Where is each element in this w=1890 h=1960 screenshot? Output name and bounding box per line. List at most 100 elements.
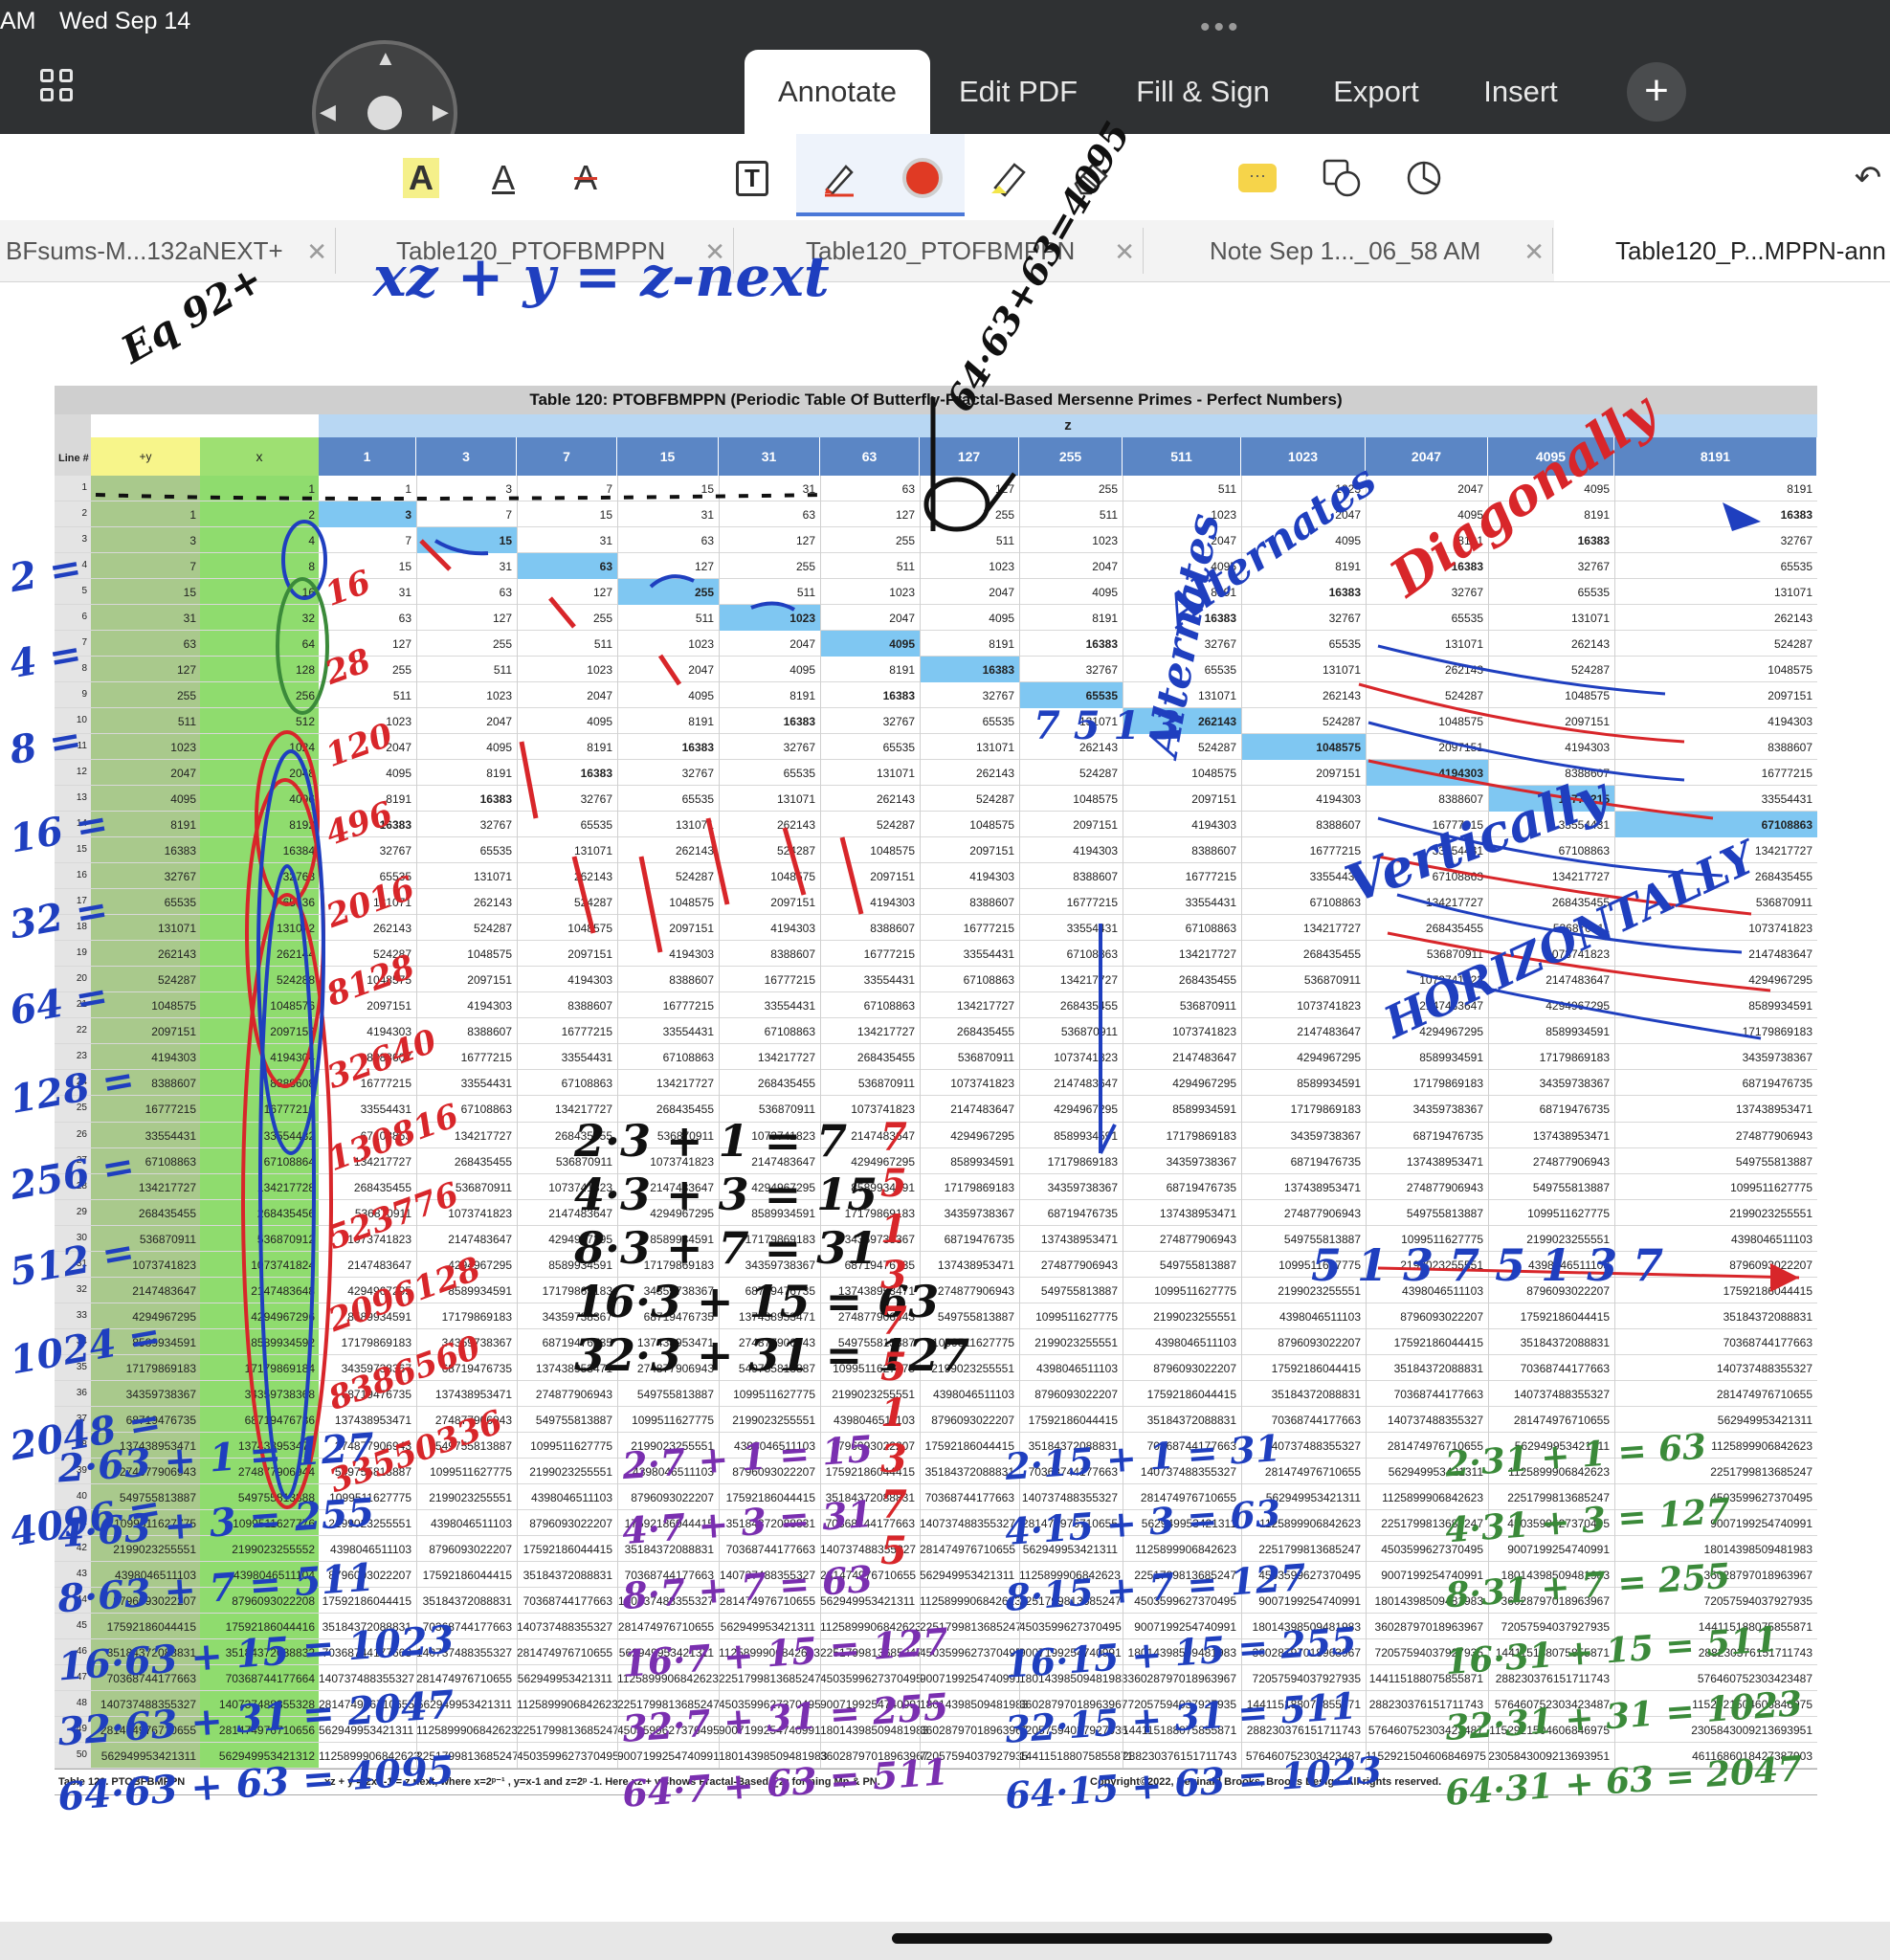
y-cell: 2199023255551 bbox=[113, 1542, 196, 1556]
x-cell: 64 bbox=[301, 637, 315, 652]
z-cell: 35184372088831 bbox=[1520, 1335, 1610, 1349]
z-cell: 35184372088831 bbox=[1146, 1413, 1236, 1427]
thumbnails-grid-icon[interactable] bbox=[40, 69, 73, 101]
z-cell: 134217727 bbox=[856, 1025, 915, 1039]
undo-icon[interactable]: ↶ bbox=[1841, 151, 1890, 205]
z-cell: 9007199254740991 bbox=[719, 1723, 821, 1737]
z-cell: 274877906943 bbox=[937, 1283, 1014, 1298]
z-cell: 67108863 bbox=[764, 1025, 815, 1039]
z-cell: 1099511627775 bbox=[632, 1413, 714, 1427]
y-cell: 3 bbox=[189, 534, 196, 548]
z-cell: 34359738367 bbox=[745, 1258, 815, 1272]
highlighter-icon[interactable] bbox=[980, 151, 1034, 205]
pen-icon[interactable] bbox=[812, 151, 865, 205]
close-tab-icon[interactable]: ✕ bbox=[306, 237, 327, 267]
z-cell: 67108863 bbox=[1558, 844, 1610, 858]
comment-icon[interactable]: ··· bbox=[1231, 151, 1284, 205]
column-divider bbox=[920, 476, 921, 1769]
y-cell: 4194303 bbox=[151, 1051, 196, 1065]
x-cell: 70368744177664 bbox=[225, 1671, 315, 1685]
row-divider bbox=[55, 1534, 1817, 1536]
highlight-text-icon[interactable]: A bbox=[394, 151, 448, 205]
tab-insert[interactable]: Insert bbox=[1468, 50, 1573, 134]
x-cell: 1048576 bbox=[270, 999, 315, 1013]
z-cell: 4398046511103 bbox=[933, 1387, 1014, 1401]
z-cell: 63 bbox=[398, 612, 411, 626]
z-cell: 8796093022207 bbox=[1729, 1258, 1812, 1272]
z-cell: 8589934591 bbox=[950, 1154, 1014, 1169]
joystick-knob[interactable] bbox=[367, 96, 402, 130]
z-cell: 16383 bbox=[580, 767, 612, 781]
z-cell: 8589934591 bbox=[1054, 1128, 1118, 1143]
shapes-icon[interactable] bbox=[1315, 151, 1368, 205]
add-tool-button[interactable]: + bbox=[1627, 62, 1686, 122]
line-number: 30 bbox=[76, 1232, 87, 1243]
z-cell: 4194303 bbox=[567, 973, 612, 988]
multitask-dots-icon[interactable]: ••• bbox=[1200, 11, 1242, 44]
z-cell: 1048575 bbox=[1073, 792, 1118, 807]
z-cell: 131071 bbox=[975, 741, 1014, 755]
z-cell: 134217727 bbox=[1178, 947, 1236, 962]
z-cell: 1 bbox=[405, 482, 411, 496]
doc-tab-1[interactable]: BFsums-M...132aNEXT+ ✕ bbox=[0, 220, 335, 281]
z-cell: 18014398509481983 bbox=[719, 1748, 828, 1763]
doc-tab-2[interactable]: Table120_PTOFBMPPN ✕ bbox=[337, 220, 733, 281]
z-cell: 131071 bbox=[1078, 715, 1118, 729]
home-indicator[interactable] bbox=[892, 1933, 1552, 1944]
z-cell: 127 bbox=[994, 482, 1014, 496]
z-cell: 70368744177663 bbox=[825, 1516, 915, 1530]
line-number: 39 bbox=[76, 1464, 87, 1476]
y-cell: 8191 bbox=[170, 818, 196, 833]
z-cell: 33554431 bbox=[1761, 792, 1812, 807]
z-cell: 1048575 bbox=[1191, 767, 1236, 781]
z-cell: 63 bbox=[599, 560, 612, 574]
tab-fill-sign[interactable]: Fill & Sign bbox=[1122, 50, 1284, 134]
doc-tab-3[interactable]: Table120_PTOFBMPPN ✕ bbox=[735, 220, 1143, 281]
z-cell: 4503599627370495 bbox=[1258, 1568, 1361, 1582]
line-number: 31 bbox=[76, 1258, 87, 1269]
strikethrough-text-icon[interactable]: A bbox=[559, 151, 612, 205]
z-cell: 8589934591 bbox=[1748, 999, 1812, 1013]
z-cell: 524287 bbox=[1322, 715, 1361, 729]
z-cell: 1099511627775 bbox=[932, 1335, 1014, 1349]
doc-tab-5-active[interactable]: Table120_P...MPPN-ann bbox=[1554, 220, 1890, 281]
z-cell: 1048575 bbox=[770, 870, 815, 884]
z-cell: 31 bbox=[398, 586, 411, 600]
z-cell: 134217727 bbox=[1302, 922, 1361, 936]
x-cell: 524288 bbox=[276, 973, 315, 988]
tab-export[interactable]: Export bbox=[1319, 50, 1434, 134]
close-tab-icon[interactable]: ✕ bbox=[1114, 237, 1135, 267]
z-cell: 2199023255551 bbox=[1153, 1309, 1236, 1324]
z-cell: 1023 bbox=[688, 637, 714, 652]
close-tab-icon[interactable]: ✕ bbox=[704, 237, 725, 267]
line-number: 19 bbox=[76, 947, 87, 959]
z-cell: 17179869183 bbox=[844, 1206, 915, 1220]
z-cell: 4398046511103 bbox=[531, 1490, 612, 1504]
underline-text-icon[interactable]: A bbox=[477, 151, 530, 205]
z-cell: 4194303 bbox=[1073, 844, 1118, 858]
lasso-icon[interactable] bbox=[1397, 151, 1451, 205]
z-cell: 4095 bbox=[989, 612, 1014, 626]
z-cell: 274877906943 bbox=[1159, 1232, 1236, 1246]
z-cell: 1048575 bbox=[1768, 663, 1812, 678]
z-cell: 70368744177663 bbox=[422, 1619, 512, 1634]
pdf-page[interactable]: Table 120: PTOBFBMPPN (Periodic Table Of… bbox=[0, 114, 1890, 1922]
close-tab-icon[interactable]: ✕ bbox=[1523, 237, 1545, 267]
z-cell: 8388607 bbox=[669, 973, 714, 988]
z-cell: 255 bbox=[694, 586, 714, 600]
tab-edit-pdf[interactable]: Edit PDF bbox=[947, 50, 1089, 134]
color-swatch-icon[interactable] bbox=[896, 151, 949, 205]
z-cell: 262143 bbox=[975, 767, 1014, 781]
z-cell: 524287 bbox=[372, 947, 411, 962]
y-cell: 536870911 bbox=[139, 1232, 196, 1246]
eraser-icon[interactable] bbox=[1064, 151, 1118, 205]
z-cell: 562949953421311 bbox=[416, 1697, 512, 1711]
text-box-icon[interactable]: T bbox=[725, 151, 779, 205]
z-cell: 274877906943 bbox=[434, 1413, 512, 1427]
tab-annotate[interactable]: Annotate bbox=[745, 50, 930, 134]
z-cell: 511 bbox=[392, 689, 411, 703]
z-cell: 8589934591 bbox=[548, 1258, 612, 1272]
doc-tab-4[interactable]: Note Sep 1..._06_58 AM ✕ bbox=[1145, 220, 1552, 281]
row-divider bbox=[55, 1741, 1817, 1743]
z-cell: 262143 bbox=[372, 922, 411, 936]
